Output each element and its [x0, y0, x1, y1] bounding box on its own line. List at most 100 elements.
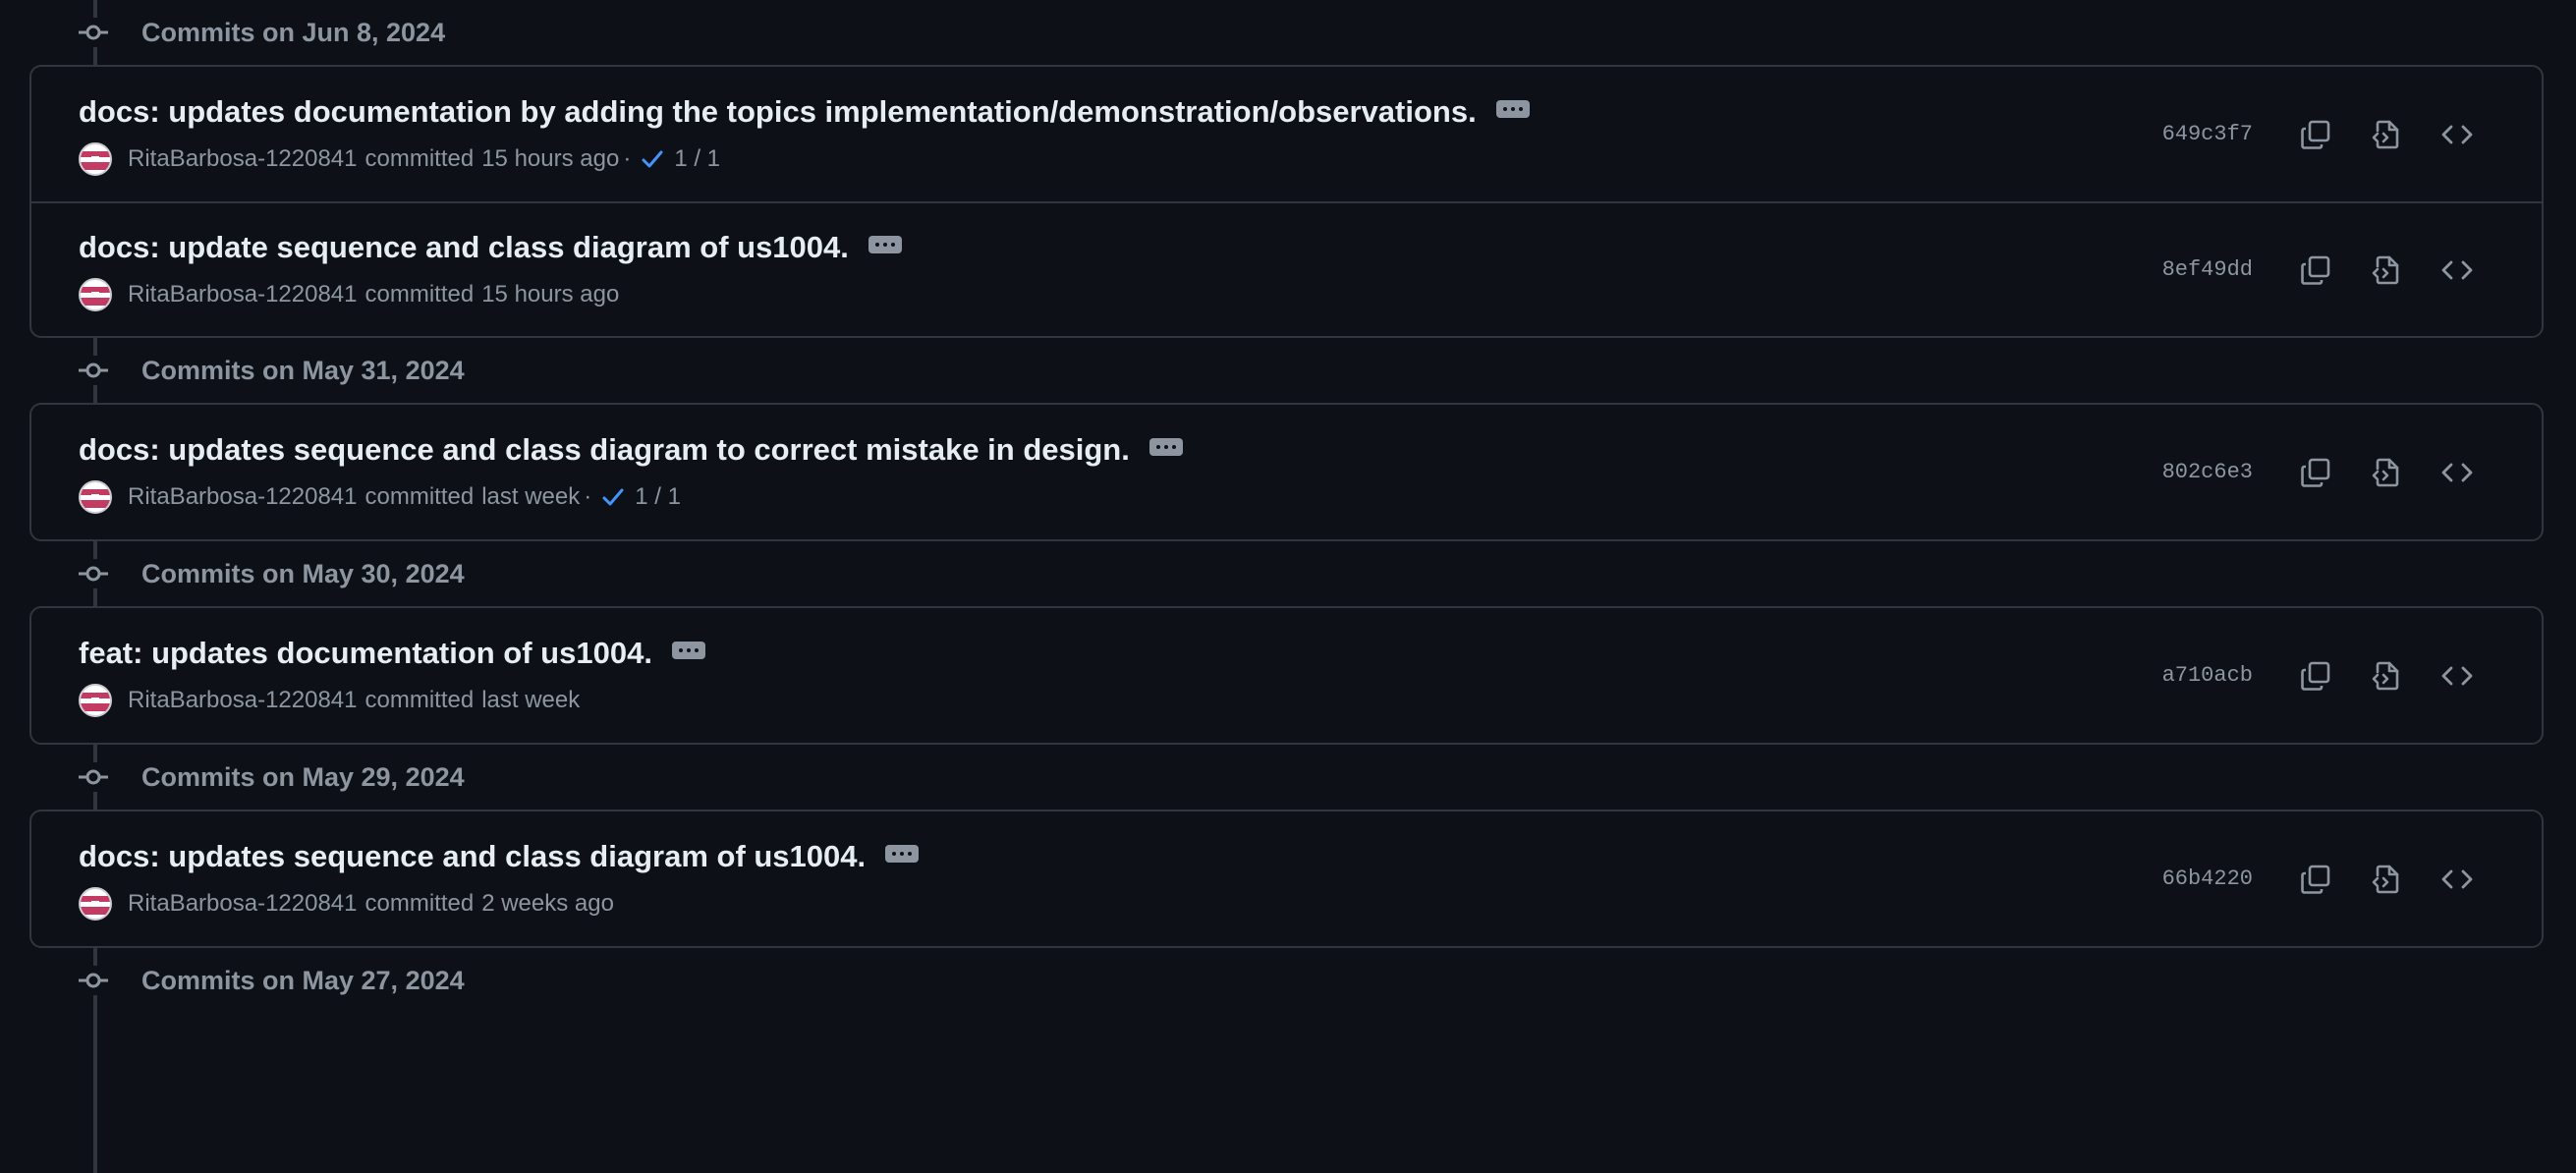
- commit-group-header: Commits on May 29, 2024: [29, 745, 2544, 810]
- commit-group-header: Commits on May 30, 2024: [29, 541, 2544, 606]
- commit-details: docs: updates documentation by adding th…: [79, 90, 2162, 179]
- commit-title-line: feat: updates documentation of us1004.: [79, 632, 2162, 675]
- commit-sha-link[interactable]: 802c6e3: [2162, 460, 2253, 484]
- commit-details: docs: updates sequence and class diagram…: [79, 835, 2162, 923]
- avatar[interactable]: [79, 479, 112, 514]
- commit-row: feat: updates documentation of us1004. R…: [31, 608, 2542, 743]
- commit-meta: RitaBarbosa-1220841 committed last week …: [79, 477, 2162, 517]
- commit-group-date: Commits on May 29, 2024: [141, 761, 465, 792]
- author-link[interactable]: RitaBarbosa-1220841: [128, 281, 358, 308]
- commit-row: docs: update sequence and class diagram …: [31, 201, 2542, 336]
- commit-list: docs: updates sequence and class diagram…: [29, 403, 2544, 541]
- commit-time: 2 weeks ago: [481, 889, 614, 917]
- browse-repository-button[interactable]: [2422, 445, 2492, 500]
- commit-actions: [2280, 107, 2492, 162]
- commit-title-line: docs: updates documentation by adding th…: [79, 90, 2162, 134]
- commit-time: last week: [481, 482, 581, 510]
- commit-message-link[interactable]: docs: updates documentation by adding th…: [79, 94, 1477, 130]
- meta-separator: ·: [623, 144, 632, 172]
- commit-sha-link[interactable]: 649c3f7: [2162, 122, 2253, 146]
- copy-sha-button[interactable]: [2280, 852, 2351, 907]
- commit-message-link[interactable]: docs: updates sequence and class diagram…: [79, 839, 866, 874]
- commit-meta: RitaBarbosa-1220841 committed 2 weeks ag…: [79, 884, 2162, 923]
- meta-separator: ·: [584, 482, 592, 510]
- commit-message-link[interactable]: feat: updates documentation of us1004.: [79, 636, 652, 671]
- copy-icon: [2301, 661, 2330, 691]
- commit-group-date: Commits on May 27, 2024: [141, 965, 465, 995]
- committed-label: committed: [364, 686, 475, 713]
- commit-actions: [2280, 852, 2492, 907]
- kebab-horizontal-icon[interactable]: [885, 844, 920, 863]
- copy-sha-button[interactable]: [2280, 107, 2351, 162]
- commit-group-header: Commits on Jun 8, 2024: [29, 0, 2544, 65]
- commit-meta: RitaBarbosa-1220841 committed 15 hours a…: [79, 140, 2162, 179]
- committed-label: committed: [364, 482, 475, 510]
- kebab-horizontal-icon[interactable]: [868, 235, 902, 253]
- commit-row: docs: updates sequence and class diagram…: [31, 405, 2542, 539]
- commit-time: last week: [481, 686, 581, 713]
- copy-icon: [2301, 458, 2330, 487]
- committed-label: committed: [364, 144, 475, 172]
- commit-group-date: Commits on Jun 8, 2024: [141, 17, 446, 47]
- git-commit-icon: [79, 356, 108, 385]
- copy-icon: [2301, 865, 2330, 894]
- kebab-horizontal-icon[interactable]: [1495, 99, 1530, 118]
- commit-title-line: docs: updates sequence and class diagram…: [79, 835, 2162, 878]
- commit-group-date: Commits on May 31, 2024: [141, 355, 465, 385]
- commit-meta: RitaBarbosa-1220841 committed 15 hours a…: [79, 275, 2162, 314]
- commit-list: feat: updates documentation of us1004. R…: [29, 606, 2544, 745]
- avatar[interactable]: [79, 886, 112, 921]
- author-link[interactable]: RitaBarbosa-1220841: [128, 687, 358, 714]
- file-code-icon: [2372, 255, 2399, 284]
- git-commit-icon: [79, 18, 108, 47]
- checks-status[interactable]: 1 / 1: [635, 483, 681, 511]
- commit-sha-link[interactable]: a710acb: [2162, 663, 2253, 688]
- view-commit-details-button[interactable]: [2351, 445, 2422, 500]
- avatar[interactable]: [79, 141, 112, 176]
- kebab-horizontal-icon[interactable]: [1148, 437, 1183, 456]
- code-icon: [2441, 463, 2473, 481]
- author-link[interactable]: RitaBarbosa-1220841: [128, 145, 358, 173]
- view-commit-details-button[interactable]: [2351, 648, 2422, 703]
- copy-sha-button[interactable]: [2280, 648, 2351, 703]
- browse-repository-button[interactable]: [2422, 243, 2492, 298]
- check-icon[interactable]: [639, 145, 666, 173]
- author-link[interactable]: RitaBarbosa-1220841: [128, 890, 358, 918]
- commit-sha-link[interactable]: 8ef49dd: [2162, 257, 2253, 282]
- commit-list: docs: updates documentation by adding th…: [29, 65, 2544, 338]
- commit-time: 15 hours ago: [481, 144, 620, 172]
- file-code-icon: [2372, 458, 2399, 486]
- committed-label: committed: [364, 889, 475, 917]
- avatar[interactable]: [79, 277, 112, 311]
- git-commit-icon: [79, 559, 108, 588]
- avatar[interactable]: [79, 683, 112, 717]
- commit-message-link[interactable]: docs: updates sequence and class diagram…: [79, 432, 1130, 468]
- commit-title-line: docs: update sequence and class diagram …: [79, 226, 2162, 269]
- commit-row: docs: updates sequence and class diagram…: [31, 811, 2542, 946]
- check-icon[interactable]: [599, 483, 627, 511]
- code-icon: [2441, 666, 2473, 685]
- commit-meta: RitaBarbosa-1220841 committed last week: [79, 681, 2162, 720]
- view-commit-details-button[interactable]: [2351, 243, 2422, 298]
- browse-repository-button[interactable]: [2422, 107, 2492, 162]
- kebab-horizontal-icon[interactable]: [671, 641, 705, 659]
- copy-sha-button[interactable]: [2280, 243, 2351, 298]
- commit-actions: [2280, 243, 2492, 298]
- code-icon: [2441, 869, 2473, 888]
- browse-repository-button[interactable]: [2422, 852, 2492, 907]
- commit-sha-link[interactable]: 66b4220: [2162, 866, 2253, 891]
- file-code-icon: [2372, 865, 2399, 893]
- file-code-icon: [2372, 661, 2399, 690]
- checks-status[interactable]: 1 / 1: [674, 145, 720, 173]
- code-icon: [2441, 125, 2473, 143]
- browse-repository-button[interactable]: [2422, 648, 2492, 703]
- commit-details: docs: update sequence and class diagram …: [79, 226, 2162, 314]
- author-link[interactable]: RitaBarbosa-1220841: [128, 483, 358, 511]
- view-commit-details-button[interactable]: [2351, 107, 2422, 162]
- view-commit-details-button[interactable]: [2351, 852, 2422, 907]
- commit-title-line: docs: updates sequence and class diagram…: [79, 428, 2162, 472]
- committed-label: committed: [364, 280, 475, 307]
- commit-message-link[interactable]: docs: update sequence and class diagram …: [79, 230, 849, 265]
- commit-timeline: Commits on Jun 8, 2024 docs: updates doc…: [0, 0, 2576, 1173]
- copy-sha-button[interactable]: [2280, 445, 2351, 500]
